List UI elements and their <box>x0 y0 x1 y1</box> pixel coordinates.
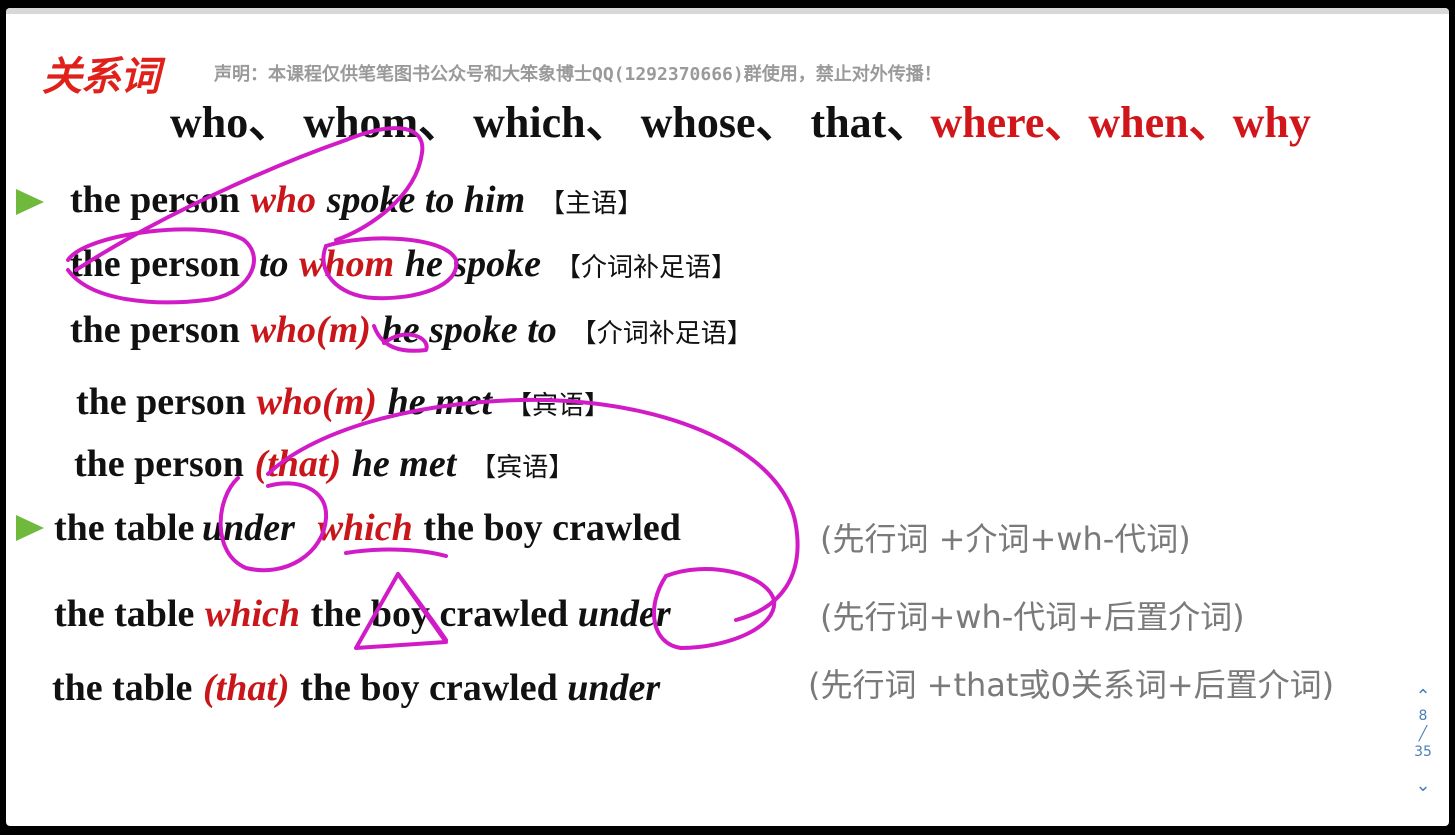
relative-words-list: who、 whom、 which、 whose、 that、where、when… <box>170 98 1311 147</box>
slide: 关系词 声明：本课程仅供笔笔图书公众号和大笨象博士QQ(1292370666)群… <box>6 8 1449 826</box>
page-navigator: ⌃ 8 ╱ 35 ⌄ <box>1409 686 1437 796</box>
word-when: when <box>1088 98 1189 147</box>
word-whose: whose <box>640 98 756 147</box>
slide-heading: 关系词 <box>42 54 160 100</box>
word-why: why <box>1232 98 1311 147</box>
chevron-up-icon[interactable]: ⌃ <box>1409 686 1437 707</box>
example-row-7: the table which the boy crawled under <box>54 593 671 635</box>
word-which: which <box>473 98 586 147</box>
top-bar <box>6 8 1449 14</box>
play-triangle-icon <box>16 515 44 541</box>
example-row-2: the person to whom he spoke 【介词补足语】 <box>70 243 737 285</box>
example-row-4: the person who(m) he met 【宾语】 <box>76 381 611 423</box>
example-row-6: the table under which the boy crawled <box>54 507 681 549</box>
copyright-notice: 声明：本课程仅供笔笔图书公众号和大笨象博士QQ(1292370666)群使用，禁… <box>214 64 942 85</box>
chevron-down-icon[interactable]: ⌄ <box>1409 775 1437 796</box>
word-who: who <box>170 98 249 147</box>
example-row-1: the person who spoke to him 【主语】 <box>70 179 644 221</box>
example-row-3: the person who(m) he spoke to 【介词补足语】 <box>70 309 753 351</box>
current-page: 8 <box>1418 708 1428 724</box>
page-separator: ╱ <box>1418 726 1428 742</box>
word-where: where <box>930 98 1045 147</box>
example-row-8: the table (that) the boy crawled under <box>52 667 661 709</box>
word-that: that <box>810 98 887 147</box>
structure-note-2: (先行词+wh-代词+后置介词) <box>820 598 1245 636</box>
example-row-5: the person (that) he met 【宾语】 <box>74 443 575 485</box>
word-whom: whom <box>303 98 419 147</box>
structure-note-3: (先行词 +that或0关系词+后置介词) <box>808 666 1335 704</box>
total-pages: 35 <box>1414 744 1432 760</box>
structure-note-1: (先行词 +介词+wh-代词) <box>820 520 1191 558</box>
play-triangle-icon <box>16 189 44 215</box>
